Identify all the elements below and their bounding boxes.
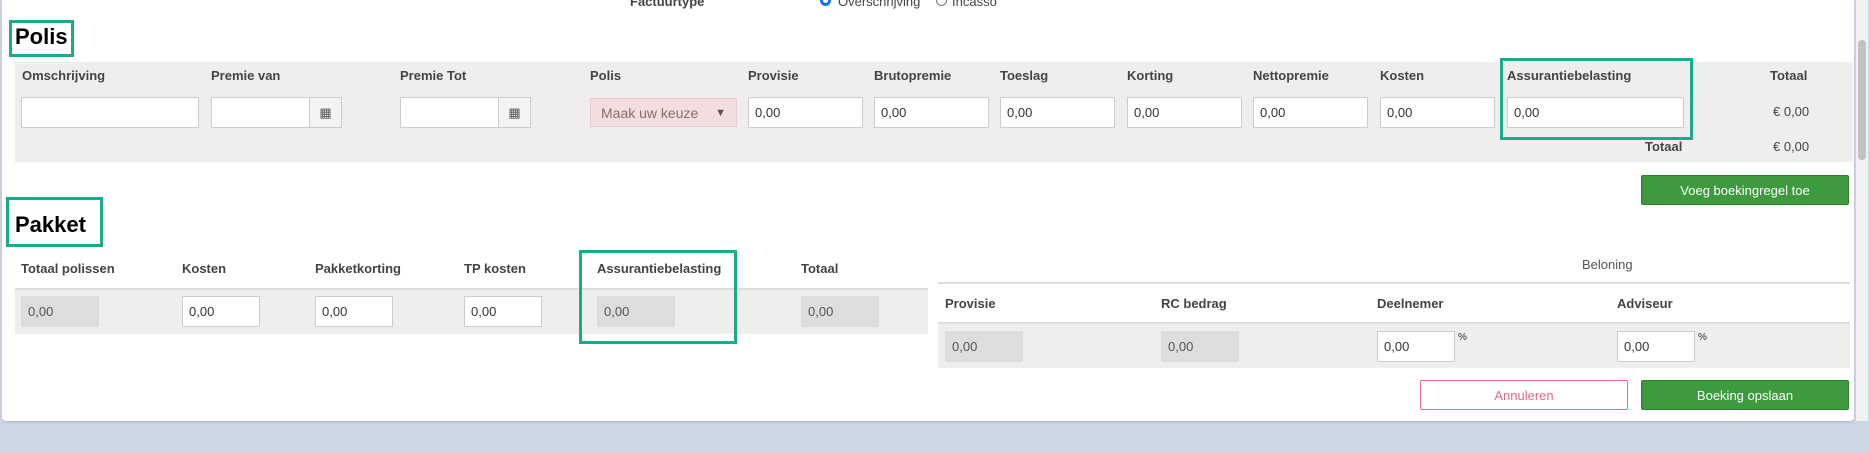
- nettopremie-input[interactable]: [1253, 97, 1368, 128]
- brutopremie-input[interactable]: [874, 97, 989, 128]
- header-totaal: Totaal: [1770, 68, 1808, 83]
- polis-select[interactable]: Maak uw keuze ▼: [590, 98, 737, 127]
- header-tp-kosten: TP kosten: [464, 261, 526, 276]
- provisie-input[interactable]: [748, 97, 863, 128]
- header-kosten: Kosten: [1380, 68, 1425, 83]
- pakket-kosten-input[interactable]: [182, 296, 260, 327]
- kosten-input[interactable]: [1380, 97, 1495, 128]
- factuurtype-label: Factuurtype: [630, 0, 705, 9]
- beloning-provisie-field: [945, 331, 1023, 362]
- cancel-button[interactable]: Annuleren: [1420, 380, 1628, 410]
- header-polis: Polis: [590, 68, 622, 83]
- scrollbar-thumb[interactable]: [1858, 40, 1866, 160]
- header-deelnemer: Deelnemer: [1377, 296, 1444, 311]
- booking-panel: Factuurtype Overschrijving Incasso Polis…: [2, 0, 1854, 421]
- adviseur-input[interactable]: [1617, 331, 1695, 362]
- header-omschrijving: Omschrijving: [22, 68, 106, 83]
- header-beloning-provisie: Provisie: [945, 296, 996, 311]
- beloning-title: Beloning: [1582, 257, 1633, 272]
- radio-incasso[interactable]: [936, 0, 947, 6]
- header-korting: Korting: [1127, 68, 1174, 83]
- deelnemer-input[interactable]: [1377, 331, 1455, 362]
- calendar-icon: ▦: [508, 104, 521, 120]
- korting-input[interactable]: [1127, 97, 1242, 128]
- premie-tot-input[interactable]: [400, 97, 499, 128]
- calendar-icon: ▦: [319, 104, 332, 120]
- pakket-title-highlight: [6, 197, 103, 247]
- header-adviseur: Adviseur: [1617, 296, 1673, 311]
- header-provisie: Provisie: [748, 68, 799, 83]
- pakket-totaal-field: [801, 296, 879, 327]
- adviseur-percent: %: [1698, 332, 1707, 343]
- save-booking-button[interactable]: Boeking opslaan: [1641, 380, 1849, 410]
- polis-grand-total: € 0,00: [1773, 139, 1810, 154]
- polis-totaal-label: Totaal: [1645, 139, 1683, 154]
- premie-van-input[interactable]: [211, 97, 310, 128]
- premie-tot-calendar-button[interactable]: ▦: [499, 97, 531, 128]
- polis-select-value: Maak uw keuze: [601, 104, 699, 121]
- row-total: € 0,00: [1773, 104, 1810, 119]
- tp-kosten-input[interactable]: [464, 296, 542, 327]
- totaal-polissen-field: [21, 296, 99, 327]
- omschrijving-input[interactable]: [21, 97, 199, 128]
- header-rc-bedrag: RC bedrag: [1161, 296, 1227, 311]
- radio-overschrijving[interactable]: [820, 0, 831, 6]
- header-totaal-polissen: Totaal polissen: [21, 261, 115, 276]
- chevron-down-icon: ▼: [715, 106, 726, 119]
- deelnemer-percent: %: [1458, 332, 1467, 343]
- header-nettopremie: Nettopremie: [1253, 68, 1329, 83]
- radio-overschrijving-label: Overschrijving: [838, 0, 921, 9]
- beloning-divider: [938, 282, 1850, 284]
- pakket-assurantiebelasting-highlight: [579, 250, 737, 344]
- pakketkorting-input[interactable]: [315, 296, 393, 327]
- vertical-scrollbar[interactable]: [1856, 0, 1868, 421]
- add-booking-line-button[interactable]: Voeg boekingregel toe: [1641, 175, 1849, 205]
- radio-incasso-label: Incasso: [952, 0, 997, 9]
- header-pakketkorting: Pakketkorting: [315, 261, 401, 276]
- toeslag-input[interactable]: [1000, 97, 1115, 128]
- polis-title-highlight: [9, 20, 74, 57]
- header-brutopremie: Brutopremie: [874, 68, 952, 83]
- header-premie-tot: Premie Tot: [400, 68, 467, 83]
- rc-bedrag-field: [1161, 331, 1239, 362]
- header-premie-van: Premie van: [211, 68, 281, 83]
- assurantiebelasting-highlight: [1500, 58, 1693, 140]
- header-toeslag: Toeslag: [1000, 68, 1049, 83]
- header-pakket-kosten: Kosten: [182, 261, 227, 276]
- premie-van-calendar-button[interactable]: ▦: [310, 97, 342, 128]
- header-pakket-totaal: Totaal: [801, 261, 839, 276]
